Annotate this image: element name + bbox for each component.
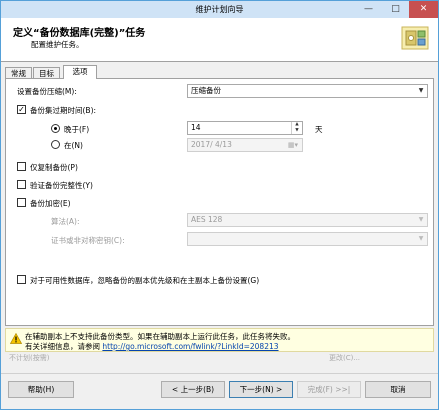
wizard-window: 维护计划向导 — □ ✕ 定义“备份数据库(完整)”任务 配置维护任务。 常规 … <box>0 0 439 410</box>
on-date-label: 在(N) <box>64 141 83 150</box>
calendar-dropdown-icon[interactable]: ▦▾ <box>284 139 302 151</box>
back-button[interactable]: < 上一步(B) <box>161 381 225 398</box>
ag-label: 对于可用性数据库，忽略备份的副本优先级和在主副本上备份设置(G) <box>30 276 260 285</box>
wizard-header: 定义“备份数据库(完整)”任务 配置维护任务。 <box>1 18 438 62</box>
on-date-value: 2017/ 4/13 <box>191 140 232 149</box>
warning-icon <box>10 333 22 344</box>
help-button[interactable]: 帮助(H) <box>8 381 74 398</box>
cert-label: 证书或非对称密钥(C): <box>51 236 125 245</box>
after-days-value: 14 <box>191 123 201 132</box>
cert-select[interactable]: ▼ <box>187 232 428 246</box>
title-bar[interactable]: 维护计划向导 — □ ✕ <box>1 1 438 18</box>
chevron-down-icon: ▼ <box>418 216 424 223</box>
options-panel: 设置备份压缩(M): 压缩备份 ▼ ✓ 备份集过期时间(B): 晚于(F) 14… <box>5 78 434 326</box>
expire-checkbox[interactable]: ✓ <box>17 105 26 114</box>
compression-select[interactable]: 压缩备份 ▼ <box>187 84 428 98</box>
maximize-button[interactable]: □ <box>382 1 409 18</box>
algorithm-select[interactable]: AES 128 ▼ <box>187 213 428 227</box>
after-label: 晚于(F) <box>64 125 90 134</box>
verify-checkbox[interactable] <box>17 180 26 189</box>
algorithm-label: 算法(A): <box>51 217 80 226</box>
warning-details: 有关详细信息，请参阅 http://go.microsoft.com/fwlin… <box>25 341 279 352</box>
cancel-button[interactable]: 取消 <box>365 381 431 398</box>
change-schedule-button[interactable]: 更改(C)... <box>329 353 360 363</box>
ag-checkbox[interactable] <box>17 275 26 284</box>
page-subtitle: 配置维护任务。 <box>31 40 84 49</box>
finish-button[interactable]: 完成(F) >>| <box>297 381 361 398</box>
verify-label: 验证备份完整性(Y) <box>30 181 93 190</box>
encrypt-label: 备份加密(E) <box>30 199 71 208</box>
warning-help-link[interactable]: http://go.microsoft.com/fwlink/?LinkId=2… <box>102 342 278 351</box>
warning-bar: 在辅助副本上不支持此备份类型。如果在辅助副本上运行此任务，此任务将失败。 有关详… <box>5 328 434 352</box>
compression-label: 设置备份压缩(M): <box>17 87 77 96</box>
close-button[interactable]: ✕ <box>409 1 438 18</box>
chevron-down-icon: ▼ <box>418 87 424 94</box>
tab-options[interactable]: 选项 <box>63 65 97 79</box>
chevron-down-icon: ▼ <box>418 235 424 242</box>
compression-value: 压缩备份 <box>191 86 221 95</box>
on-date-radio[interactable] <box>51 140 60 149</box>
page-title: 定义“备份数据库(完整)”任务 <box>13 28 146 39</box>
spin-up-down-icon[interactable]: ▲ ▼ <box>291 122 302 134</box>
warning-details-text: 有关详细信息，请参阅 <box>25 342 100 351</box>
footer-divider <box>1 373 438 374</box>
schedule-text: 不计划(按需) <box>9 354 50 362</box>
copy-only-label: 仅复制备份(P) <box>30 163 78 172</box>
encrypt-checkbox[interactable] <box>17 198 26 207</box>
after-radio[interactable] <box>51 124 60 133</box>
expire-label: 备份集过期时间(B): <box>30 106 97 115</box>
minimize-button[interactable]: — <box>355 1 382 18</box>
next-button[interactable]: 下一步(N) > <box>229 381 293 398</box>
maintenance-wizard-icon <box>401 26 429 50</box>
algorithm-value: AES 128 <box>191 215 223 224</box>
after-days-spinner[interactable]: 14 ▲ ▼ <box>187 121 303 135</box>
on-date-picker[interactable]: 2017/ 4/13 ▦▾ <box>187 138 303 152</box>
copy-only-checkbox[interactable] <box>17 162 26 171</box>
after-unit-label: 天 <box>315 125 323 134</box>
